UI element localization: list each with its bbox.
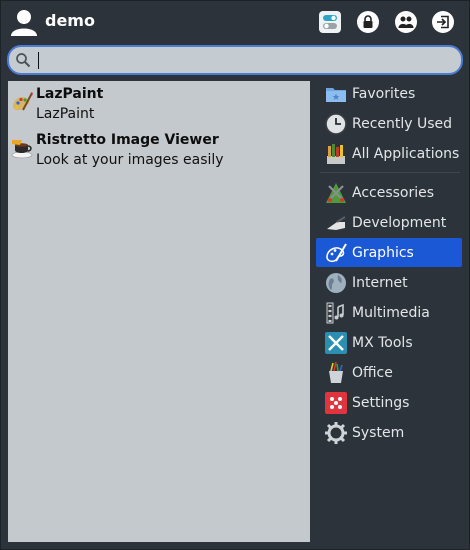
clock-icon (325, 112, 347, 135)
search-input[interactable] (37, 50, 451, 72)
switch-user-button[interactable] (395, 11, 417, 33)
user-name: demo (45, 11, 95, 30)
film-icon (326, 302, 344, 323)
category-label: Recently Used (352, 115, 453, 132)
result-description: Look at your images easily (36, 152, 224, 168)
category-mx-tools[interactable]: MX Tools (316, 328, 462, 357)
search-bar[interactable] (7, 45, 463, 75)
category-office[interactable]: Office (316, 358, 462, 387)
logout-button[interactable] (432, 11, 454, 33)
result-description: LazPaint (36, 106, 95, 122)
category-label: Favorites (352, 85, 416, 102)
gear-icon (325, 421, 347, 444)
category-label: All Applications (352, 145, 460, 162)
category-recently-used[interactable]: Recently Used (316, 109, 462, 138)
ristretto-icon (11, 140, 33, 159)
category-favorites[interactable]: Favorites (316, 79, 462, 108)
result-title: LazPaint (36, 86, 104, 102)
category-label: Graphics (352, 244, 414, 261)
category-accessories[interactable]: Accessories (316, 178, 462, 207)
category-separator (320, 172, 460, 173)
switch-user-icon (398, 16, 414, 28)
accessories-icon (326, 182, 346, 203)
user-icon (11, 10, 37, 36)
category-multimedia[interactable]: Multimedia (316, 298, 462, 327)
globe-icon (326, 272, 346, 293)
category-internet[interactable]: Internet (316, 268, 462, 297)
search-results-panel: LazPaint LazPaint Ristretto Image Viewer… (8, 81, 310, 542)
category-label: Settings (352, 394, 410, 411)
category-settings[interactable]: Settings (316, 388, 462, 417)
tools-icon (325, 331, 347, 354)
settings-button[interactable] (319, 11, 341, 33)
category-label: Office (352, 364, 393, 381)
lazpaint-icon (13, 92, 33, 111)
all-applications-icon (327, 143, 345, 164)
category-system[interactable]: System (316, 418, 462, 447)
office-icon (329, 361, 343, 383)
result-title: Ristretto Image Viewer (36, 132, 219, 148)
category-label: Development (352, 214, 447, 231)
category-label: Internet (352, 274, 408, 291)
result-item-lazpaint[interactable]: LazPaint LazPaint (8, 83, 310, 127)
settings-icon (325, 391, 347, 414)
search-icon (16, 53, 31, 68)
development-icon (327, 215, 346, 230)
category-all-applications[interactable]: All Applications (316, 139, 462, 168)
category-graphics[interactable]: Graphics (316, 238, 462, 267)
category-development[interactable]: Development (316, 208, 462, 237)
settings-toggle-icon (323, 15, 337, 29)
text-caret (38, 52, 39, 69)
logout-icon (437, 15, 449, 29)
graphics-icon (326, 242, 347, 262)
menu-header: demo (0, 0, 470, 44)
favorites-icon (326, 87, 346, 102)
category-label: Multimedia (352, 304, 430, 321)
category-label: Accessories (352, 184, 435, 201)
category-label: System (352, 424, 405, 441)
lock-screen-button[interactable] (357, 11, 379, 33)
result-item-ristretto[interactable]: Ristretto Image Viewer Look at your imag… (8, 129, 310, 173)
category-label: MX Tools (352, 334, 413, 351)
lock-icon (363, 15, 373, 28)
